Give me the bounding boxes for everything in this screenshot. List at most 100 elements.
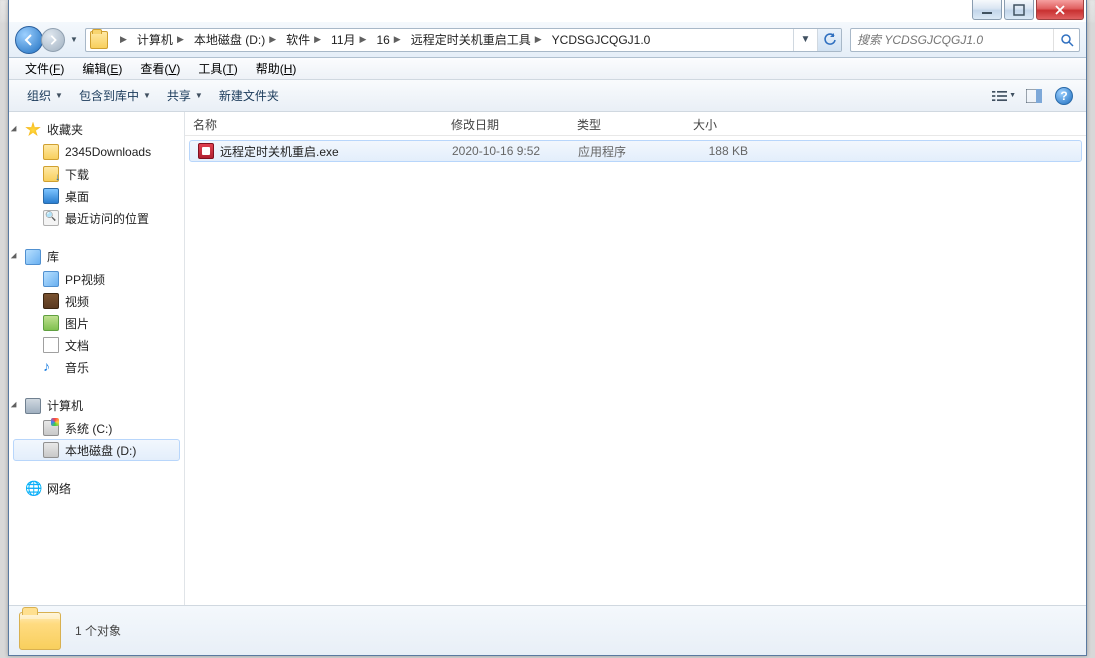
star-icon xyxy=(25,122,41,138)
downloads-icon xyxy=(43,166,59,182)
menu-file[interactable]: 文件(F) xyxy=(17,58,72,79)
sidebar-favorites[interactable]: 收藏夹 xyxy=(9,118,184,141)
help-button[interactable]: ? xyxy=(1052,85,1076,107)
sidebar-item-desktop[interactable]: 桌面 xyxy=(9,185,184,207)
crumb-label: 本地磁盘 (D:) xyxy=(194,31,265,48)
drive-icon xyxy=(43,442,59,458)
search-input[interactable] xyxy=(851,33,1053,47)
refresh-button[interactable] xyxy=(817,29,841,51)
preview-pane-button[interactable] xyxy=(1022,85,1046,107)
organize-button[interactable]: 组织▼ xyxy=(19,84,71,107)
sidebar-computer[interactable]: 计算机 xyxy=(9,394,184,417)
item-label: 音乐 xyxy=(65,359,89,376)
include-button[interactable]: 包含到库中▼ xyxy=(71,84,159,107)
nav-buttons xyxy=(15,25,63,55)
maximize-button[interactable] xyxy=(1004,0,1034,20)
crumb-16[interactable]: 16▶ xyxy=(370,29,404,51)
file-rows[interactable]: 远程定时关机重启.exe 2020-10-16 9:52 应用程序 188 KB xyxy=(185,136,1086,605)
crumb-label: 16 xyxy=(376,33,389,47)
computer-label: 计算机 xyxy=(47,397,83,414)
col-size[interactable]: 大小 xyxy=(685,112,759,135)
forward-button[interactable] xyxy=(41,28,65,52)
menu-tools[interactable]: 工具(T) xyxy=(190,58,245,79)
file-size: 188 KB xyxy=(686,144,756,158)
sidebar-item-music[interactable]: ♪ 音乐 xyxy=(9,356,184,378)
nav-history-dropdown[interactable]: ▼ xyxy=(67,35,81,44)
item-label: 最近访问的位置 xyxy=(65,210,149,227)
crumb-label: 远程定时关机重启工具 xyxy=(411,31,531,48)
minimize-button[interactable] xyxy=(972,0,1002,20)
crumb-nov[interactable]: 11月▶ xyxy=(325,29,370,51)
status-bar: 1 个对象 xyxy=(9,605,1086,655)
sidebar-item-images[interactable]: 图片 xyxy=(9,312,184,334)
folder-icon xyxy=(90,31,108,49)
music-icon: ♪ xyxy=(43,359,59,375)
newfolder-button[interactable]: 新建文件夹 xyxy=(211,84,287,107)
crumb-label: 软件 xyxy=(286,31,310,48)
navigation-pane[interactable]: 收藏夹 2345Downloads 下载 桌面 最近访问的位置 库 PP视频 视… xyxy=(9,112,185,605)
navigation-bar: ▼ ▶ 计算机▶ 本地磁盘 (D:)▶ 软件▶ 11月▶ 16▶ 远程定时关机重… xyxy=(9,22,1086,58)
exe-icon xyxy=(198,143,214,159)
sidebar-item-c[interactable]: 系统 (C:) xyxy=(9,417,184,439)
crumb-software[interactable]: 软件▶ xyxy=(280,29,325,51)
item-label: 系统 (C:) xyxy=(65,420,112,437)
sidebar-item-downloads[interactable]: 下载 xyxy=(9,163,184,185)
col-name[interactable]: 名称 xyxy=(185,112,443,135)
expand-icon xyxy=(11,125,19,133)
library-icon xyxy=(25,249,41,265)
file-list: 名称 修改日期 类型 大小 远程定时关机重启.exe 2020-10-16 9:… xyxy=(185,112,1086,605)
share-button[interactable]: 共享 ▼ xyxy=(159,84,211,107)
view-options-button[interactable]: ▼ xyxy=(992,85,1016,107)
window-controls xyxy=(970,0,1084,22)
address-dropdown[interactable]: ▼ xyxy=(793,29,817,51)
crumb-root-arrow[interactable]: ▶ xyxy=(110,29,131,51)
file-type: 应用程序 xyxy=(570,143,686,160)
menu-edit[interactable]: 编辑(E) xyxy=(74,58,130,79)
computer-icon xyxy=(25,398,41,414)
crumb-current[interactable]: YCDSGJCQGJ1.0 xyxy=(546,29,655,51)
item-label: 2345Downloads xyxy=(65,145,151,159)
crumb-computer[interactable]: 计算机▶ xyxy=(131,29,188,51)
recent-icon xyxy=(43,210,59,226)
col-type[interactable]: 类型 xyxy=(569,112,685,135)
search-icon[interactable] xyxy=(1053,29,1079,51)
file-name: 远程定时关机重启.exe xyxy=(220,143,339,160)
status-text: 1 个对象 xyxy=(75,622,121,639)
expand-icon xyxy=(11,252,19,260)
sidebar-item-d[interactable]: 本地磁盘 (D:) xyxy=(13,439,180,461)
favorites-label: 收藏夹 xyxy=(47,121,83,138)
chevron-down-icon: ▼ xyxy=(1009,92,1016,99)
item-label: 下载 xyxy=(65,166,89,183)
crumb-label: 11月 xyxy=(331,31,355,48)
expand-icon xyxy=(11,401,19,409)
folder-icon xyxy=(43,144,59,160)
body-area: 收藏夹 2345Downloads 下载 桌面 最近访问的位置 库 PP视频 视… xyxy=(9,112,1086,605)
menu-help[interactable]: 帮助(H) xyxy=(248,58,305,79)
include-label: 包含到库中 xyxy=(79,87,139,104)
sidebar-item-video[interactable]: 视频 xyxy=(9,290,184,312)
menu-view[interactable]: 查看(V) xyxy=(132,58,188,79)
back-button[interactable] xyxy=(15,26,43,54)
search-box[interactable] xyxy=(850,28,1080,52)
library-icon xyxy=(43,271,59,287)
newfolder-label: 新建文件夹 xyxy=(219,87,279,104)
crumb-d[interactable]: 本地磁盘 (D:)▶ xyxy=(188,29,280,51)
sidebar-item-recent[interactable]: 最近访问的位置 xyxy=(9,207,184,229)
chevron-down-icon: ▼ xyxy=(195,91,203,100)
item-label: PP视频 xyxy=(65,271,105,288)
col-date[interactable]: 修改日期 xyxy=(443,112,569,135)
close-button[interactable] xyxy=(1036,0,1084,20)
sidebar-item-2345[interactable]: 2345Downloads xyxy=(9,141,184,163)
address-bar[interactable]: ▶ 计算机▶ 本地磁盘 (D:)▶ 软件▶ 11月▶ 16▶ 远程定时关机重启工… xyxy=(85,28,842,52)
sidebar-network[interactable]: 🌐网络 xyxy=(9,477,184,500)
share-label: 共享 xyxy=(167,87,191,104)
item-label: 桌面 xyxy=(65,188,89,205)
sidebar-item-docs[interactable]: 文档 xyxy=(9,334,184,356)
crumb-tool[interactable]: 远程定时关机重启工具▶ xyxy=(405,29,546,51)
folder-icon xyxy=(19,612,61,650)
sidebar-item-pp[interactable]: PP视频 xyxy=(9,268,184,290)
help-icon: ? xyxy=(1055,87,1073,105)
sidebar-libraries[interactable]: 库 xyxy=(9,245,184,268)
explorer-window: ▼ ▶ 计算机▶ 本地磁盘 (D:)▶ 软件▶ 11月▶ 16▶ 远程定时关机重… xyxy=(8,0,1087,656)
file-row[interactable]: 远程定时关机重启.exe 2020-10-16 9:52 应用程序 188 KB xyxy=(189,140,1082,162)
